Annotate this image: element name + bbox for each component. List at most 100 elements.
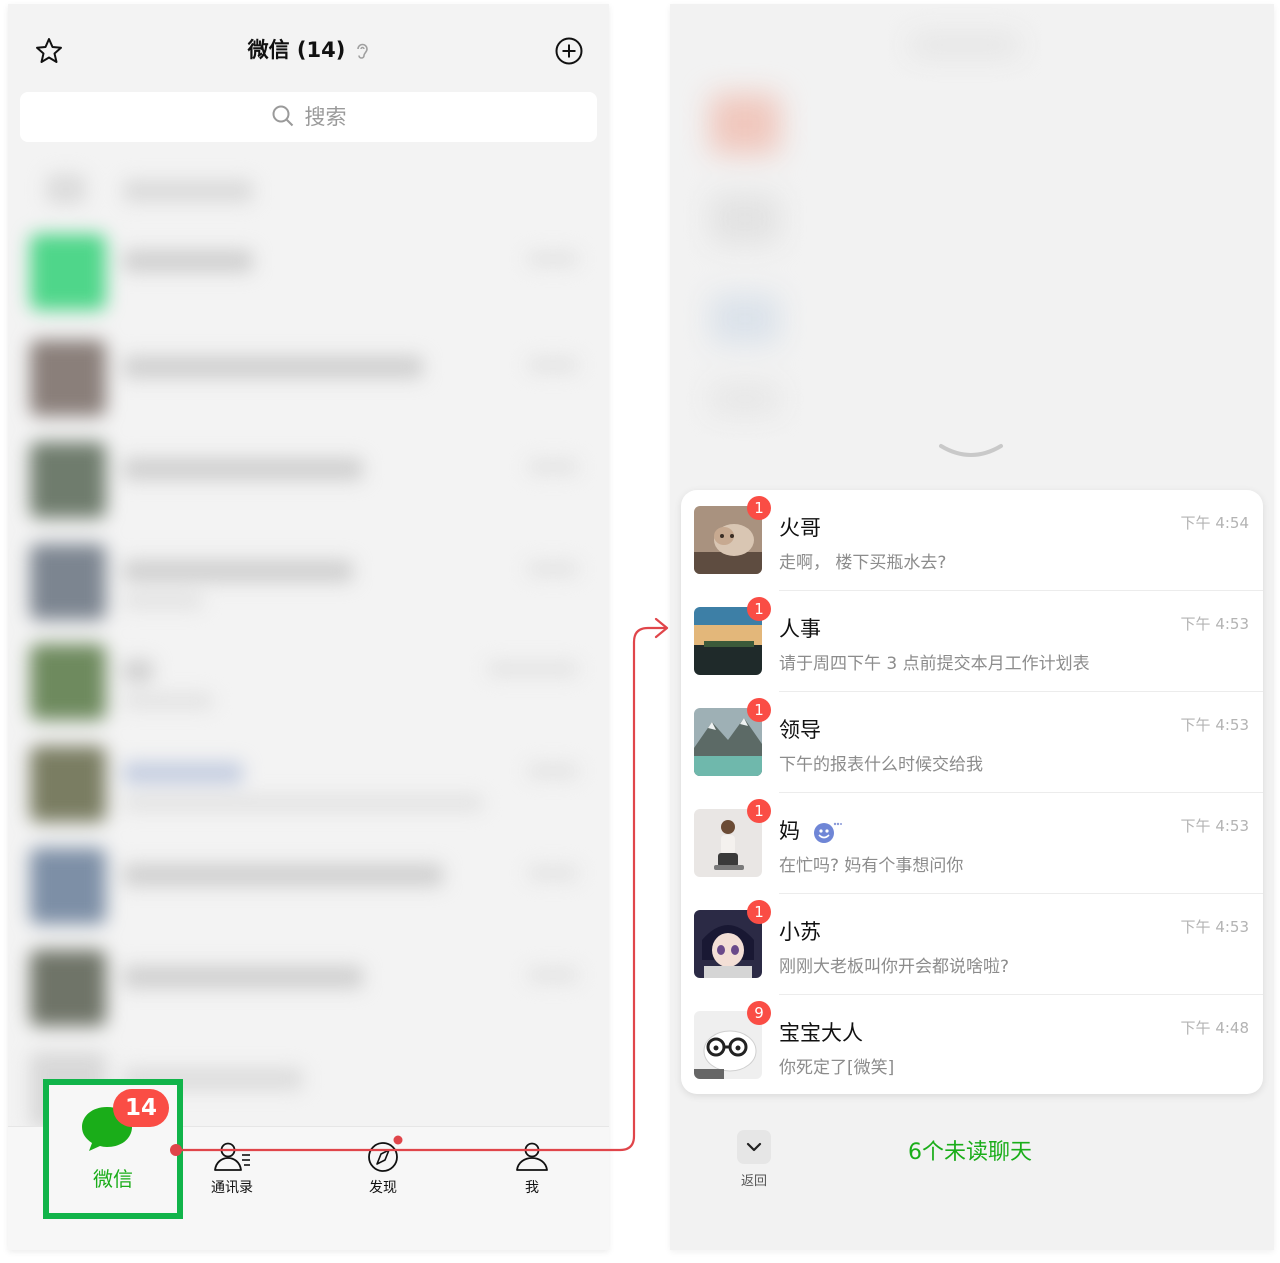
blurred-text — [123, 594, 203, 608]
blurred-text — [123, 762, 243, 784]
blurred-row — [8, 432, 609, 528]
blurred-text — [123, 864, 443, 886]
chevron-down-icon — [939, 444, 1003, 457]
tab-wechat[interactable]: 微信 14 — [43, 1079, 183, 1219]
header: 微信 (14) — [8, 4, 609, 94]
blurred-avatar — [30, 746, 106, 822]
blurred-time — [488, 662, 578, 676]
blurred-text — [123, 560, 353, 582]
search-icon — [272, 105, 293, 127]
blurred-shape — [710, 94, 780, 154]
blurred-shape — [910, 34, 1020, 56]
blurred-avatar — [30, 234, 106, 310]
tab-contacts-label: 通讯录 — [211, 1180, 253, 1196]
blurred-time — [528, 358, 578, 372]
blurred-avatar — [30, 950, 106, 1026]
blurred-text — [123, 966, 363, 988]
chat-row[interactable]: 1 火哥 走啊， 楼下买瓶水去? 下午 4:54 — [681, 490, 1263, 591]
chat-message: 走啊， 楼下买瓶水去? — [779, 553, 947, 573]
unread-chats-label: 6个未读聊天 — [908, 1140, 1032, 1165]
blurred-row — [8, 534, 609, 630]
blurred-time — [528, 252, 578, 266]
blurred-time — [528, 968, 578, 982]
blurred-row — [8, 736, 609, 832]
blurred-shape — [710, 384, 780, 414]
blurred-avatar — [30, 340, 106, 416]
blurred-row — [8, 330, 609, 426]
blurred-avatar — [30, 544, 106, 620]
chat-row[interactable]: 9 宝宝大人 你死定了[微笑] 下午 4:48 — [681, 995, 1263, 1094]
tab-discover[interactable]: 发现 — [333, 1141, 433, 1197]
blurred-avatar — [30, 442, 106, 518]
chat-message: 请于周四下午 3 点前提交本月工作计划表 — [779, 654, 1090, 674]
chat-row[interactable]: 1 人事 请于周四下午 3 点前提交本月工作计划表 下午 4:53 — [681, 591, 1263, 692]
person-icon — [516, 1142, 548, 1171]
chat-time: 下午 4:53 — [1180, 615, 1249, 633]
back-label: 返回 — [740, 1174, 767, 1189]
chat-time: 下午 4:54 — [1180, 514, 1249, 532]
chat-row[interactable]: 1 妈 在忙吗? 妈有个事想问你 下午 4:53 — [681, 793, 1263, 894]
blurred-text — [123, 356, 423, 378]
chat-message: 你死定了[微笑] — [779, 1058, 895, 1078]
blurred-row — [8, 154, 609, 214]
search-bar[interactable]: 搜索 — [20, 92, 597, 142]
blurred-row — [8, 224, 609, 320]
unread-badge: 1 — [747, 496, 771, 520]
unread-badge: 1 — [747, 900, 771, 924]
blurred-text — [123, 180, 253, 202]
blurred-text — [123, 660, 153, 682]
tab-me[interactable]: 我 — [482, 1141, 582, 1197]
blurred-time — [528, 460, 578, 474]
blurred-chat-list — [8, 154, 609, 1128]
chat-name: 小苏 — [779, 920, 821, 944]
chat-row[interactable]: 1 领导 下午的报表什么时候交给我 下午 4:53 — [681, 692, 1263, 793]
blurred-background — [670, 4, 1274, 424]
back-button[interactable] — [737, 1130, 771, 1164]
blurred-avatar — [46, 174, 86, 204]
compass-icon — [368, 1142, 398, 1172]
chat-time: 下午 4:53 — [1180, 716, 1249, 734]
search-placeholder: 搜索 — [304, 105, 347, 129]
ear-icon — [357, 43, 369, 59]
chat-row[interactable]: 1 小苏 刚刚大老板叫你开会都说啥啦? 下午 4:53 — [681, 894, 1263, 995]
search-placeholder-row: 搜索 — [20, 92, 597, 142]
add-plus-icon[interactable] — [554, 36, 584, 66]
blurred-shape — [710, 294, 780, 344]
unread-badge: 9 — [747, 1001, 771, 1025]
tab-discover-label: 发现 — [369, 1180, 397, 1196]
unread-chats-screen: 1 火哥 走啊， 楼下买瓶水去? 下午 4:54 1 人事 请于周四下午 3 点… — [670, 4, 1274, 1250]
tab-me-label: 我 — [525, 1180, 539, 1196]
chevron-down-icon — [746, 1142, 762, 1152]
unread-badge: 14 — [113, 1089, 169, 1127]
tab-wechat-label: 微信 — [93, 1167, 133, 1191]
blurred-time — [528, 764, 578, 778]
blurred-text — [123, 796, 483, 810]
page-title: 微信 (14) — [8, 34, 609, 64]
blurred-row — [8, 634, 609, 730]
contacts-icon — [214, 1142, 250, 1171]
blurred-text — [123, 458, 363, 480]
chat-name: 人事 — [779, 617, 821, 641]
blurred-time — [528, 562, 578, 576]
blurred-time — [528, 866, 578, 880]
chat-name: 领导 — [779, 718, 821, 742]
chat-name: 火哥 — [779, 516, 821, 540]
chat-name: 宝宝大人 — [779, 1021, 863, 1045]
blurred-text — [123, 694, 213, 708]
title-text: 微信 (14) — [247, 38, 346, 62]
blurred-row — [8, 838, 609, 934]
wechat-home-screen: 微信 (14) 搜索 通讯录 发现 我 微信 14 — [8, 4, 609, 1250]
tab-contacts[interactable]: 通讯录 — [182, 1141, 282, 1197]
blurred-row — [8, 940, 609, 1036]
blue-smiley-icon — [814, 822, 842, 843]
chat-name: 妈 — [779, 815, 842, 845]
chat-time: 下午 4:53 — [1180, 817, 1249, 835]
chat-name-text: 妈 — [779, 819, 800, 843]
unread-badge: 1 — [747, 597, 771, 621]
blurred-avatar — [30, 848, 106, 924]
unread-chat-card: 1 火哥 走啊， 楼下买瓶水去? 下午 4:54 1 人事 请于周四下午 3 点… — [681, 490, 1263, 1094]
blurred-text — [123, 250, 253, 272]
blurred-avatar — [30, 644, 106, 720]
chat-message: 刚刚大老板叫你开会都说啥啦? — [779, 957, 1010, 977]
unread-badge: 1 — [747, 698, 771, 722]
